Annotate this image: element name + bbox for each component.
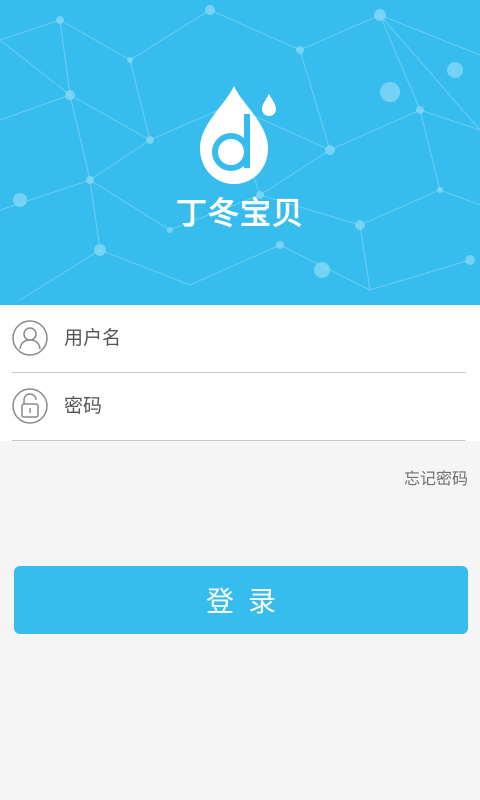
username-row xyxy=(0,305,480,373)
password-row xyxy=(0,373,480,441)
user-icon xyxy=(12,320,48,356)
app-logo-icon xyxy=(200,86,276,184)
brand-name: 丁冬宝贝 xyxy=(176,196,304,232)
password-divider xyxy=(12,440,466,441)
forgot-password-link[interactable]: 忘记密码 xyxy=(404,465,468,489)
login-form xyxy=(0,305,480,441)
password-input[interactable] xyxy=(64,387,464,425)
login-button[interactable]: 登录 xyxy=(14,566,468,634)
login-screen: 丁冬宝贝 忘记密码 登录 xyxy=(0,0,480,800)
lock-icon xyxy=(12,388,48,424)
username-input[interactable] xyxy=(64,319,464,357)
header-banner: 丁冬宝贝 xyxy=(0,0,480,305)
